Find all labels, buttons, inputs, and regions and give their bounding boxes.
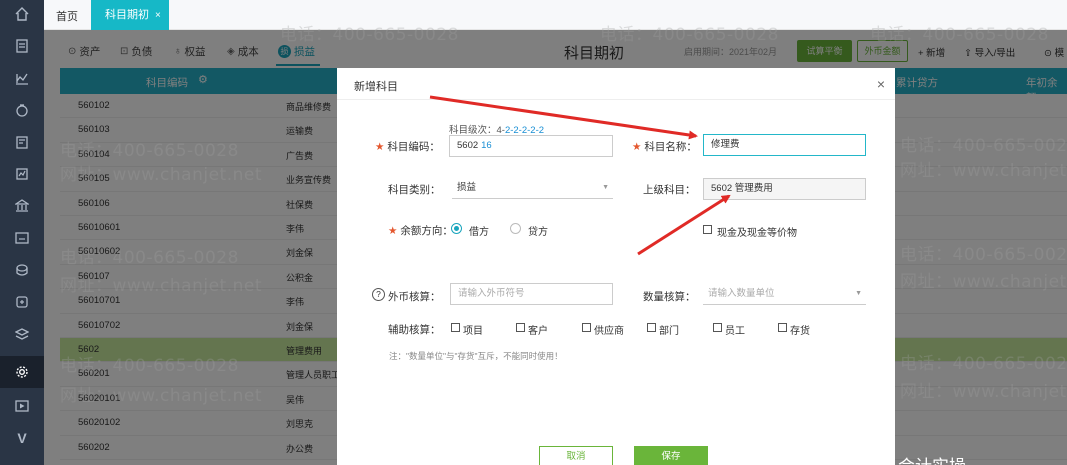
play-icon[interactable]: [12, 396, 32, 416]
sidebar: V: [0, 0, 44, 465]
watermark-text: 电话：400-665-0028: [280, 25, 459, 45]
credit-label: 贷方: [528, 227, 548, 238]
tab-close-icon[interactable]: ×: [155, 10, 161, 21]
watermark-text: 电话：400-665-0028: [900, 136, 1067, 156]
tab-opening-balance[interactable]: 科目期初 ×: [91, 0, 169, 30]
code-label: ★ 科目编码：: [375, 139, 440, 154]
watermark-text: 网址：www.chanjet.net: [900, 161, 1067, 181]
invoice-icon[interactable]: [12, 228, 32, 248]
tab-home[interactable]: 首页: [56, 8, 78, 24]
name-label-text: 科目名称：: [644, 141, 697, 153]
required-star-icon: ★: [388, 225, 398, 237]
required-star-icon: ★: [632, 141, 642, 153]
money-bag-icon[interactable]: [12, 100, 32, 120]
help-question-icon[interactable]: ?: [372, 288, 385, 301]
code-prefix: 5602: [457, 140, 479, 151]
dialog-header: 新增科目 ×: [337, 68, 895, 100]
chevron-down-icon: ▼: [855, 290, 862, 297]
watermark-text: 电话：400-665-0028: [870, 25, 1049, 45]
save-button[interactable]: 保存: [634, 446, 708, 465]
aux-inventory-label: 存货: [790, 326, 810, 337]
watermark-text: 电话：400-665-0028: [900, 354, 1067, 374]
mutex-note: 注："数量单位"与"存货"互斥，不能同时使用！: [389, 351, 563, 361]
watermark-text: 电话：400-665-0028: [600, 25, 779, 45]
bank-icon[interactable]: [12, 196, 32, 216]
aux-customer-checkbox[interactable]: [516, 323, 525, 332]
aux-project-label: 项目: [463, 326, 483, 337]
tax-icon[interactable]: [12, 324, 32, 344]
type-label: 科目类别：: [388, 184, 441, 196]
aux-project-checkbox[interactable]: [451, 323, 460, 332]
parent-account-field: 5602 管理费用: [703, 178, 866, 200]
fx-placeholder: 请输入外币符号: [458, 288, 525, 299]
watermark-text: 网址：www.chanjet.net: [900, 272, 1067, 292]
debit-radio[interactable]: [451, 223, 462, 234]
watermark-text: 电话：400-665-0028: [60, 248, 239, 268]
foreign-currency-input[interactable]: 请输入外币符号: [450, 283, 613, 305]
close-icon[interactable]: ×: [877, 76, 885, 92]
v-logo-icon: V: [17, 430, 27, 446]
aux-employee-label: 员工: [725, 326, 745, 337]
qty-label: 数量核算：: [643, 291, 696, 303]
aux-supplier-label: 供应商: [594, 326, 624, 337]
aux-label: 辅助核算：: [388, 324, 441, 336]
chevron-down-icon: ▼: [602, 184, 609, 191]
direction-label: ★ 余额方向：: [388, 223, 453, 238]
type-value: 损益: [457, 182, 477, 193]
aux-employee-checkbox[interactable]: [713, 323, 722, 332]
watermark-text: 网址：www.chanjet.net: [60, 386, 263, 406]
chart-icon[interactable]: [12, 68, 32, 88]
credit-radio[interactable]: [510, 223, 521, 234]
watermark-text: 网址：www.chanjet.net: [60, 165, 263, 185]
account-type-select[interactable]: 损益 ▼: [452, 177, 613, 199]
watermark-text: 网址：www.chanjet.net: [60, 276, 263, 296]
salary-icon[interactable]: [12, 292, 32, 312]
dialog-title: 新增科目: [354, 81, 398, 93]
parent-label: 上级科目：: [643, 184, 696, 196]
home-icon[interactable]: [12, 4, 32, 24]
report-icon[interactable]: [12, 164, 32, 184]
watermark-text: 电话：400-665-0028: [60, 141, 239, 161]
voucher-icon[interactable]: [12, 36, 32, 56]
account-code-field[interactable]: 5602 16: [449, 135, 613, 157]
watermark-text: 电话：400-665-0028: [60, 356, 239, 376]
cancel-button[interactable]: 取消: [539, 446, 613, 465]
aux-department-checkbox[interactable]: [647, 323, 656, 332]
cash-equivalent-checkbox[interactable]: [703, 225, 712, 234]
qty-placeholder: 请输入数量单位: [708, 288, 775, 299]
cash-equivalent-label: 现金及现金等价物: [717, 228, 797, 239]
account-name-field[interactable]: 修理费: [703, 134, 866, 156]
level-hint: 科目级次：4-2-2-2-2-2: [449, 122, 544, 136]
name-label: ★ 科目名称：: [632, 139, 697, 154]
code-suffix: 16: [481, 140, 492, 151]
aux-customer-label: 客户: [528, 326, 548, 337]
ledger-icon[interactable]: [12, 132, 32, 152]
fx-label: 外币核算：: [388, 291, 441, 303]
debit-label: 借方: [469, 227, 489, 238]
aux-supplier-checkbox[interactable]: [582, 323, 591, 332]
add-account-dialog: 新增科目 × 科目级次：4-2-2-2-2-2 ★ 科目编码： 5602 16 ★ 科…: [337, 68, 895, 465]
required-star-icon: ★: [375, 141, 385, 153]
tab-label: 科目期初: [105, 9, 149, 21]
settings-icon[interactable]: [0, 356, 44, 388]
watermark-text: 网址：www.chanjet.net: [900, 382, 1067, 402]
aux-department-label: 部门: [659, 326, 679, 337]
brand-caption: 会计实操: [898, 452, 966, 465]
aux-inventory-checkbox[interactable]: [778, 323, 787, 332]
quantity-unit-select[interactable]: 请输入数量单位 ▼: [703, 283, 866, 305]
watermark-text: 电话：400-665-0028: [900, 245, 1067, 265]
direction-label-text: 余额方向：: [400, 225, 453, 237]
code-label-text: 科目编码：: [387, 141, 440, 153]
asset-icon[interactable]: [12, 260, 32, 280]
